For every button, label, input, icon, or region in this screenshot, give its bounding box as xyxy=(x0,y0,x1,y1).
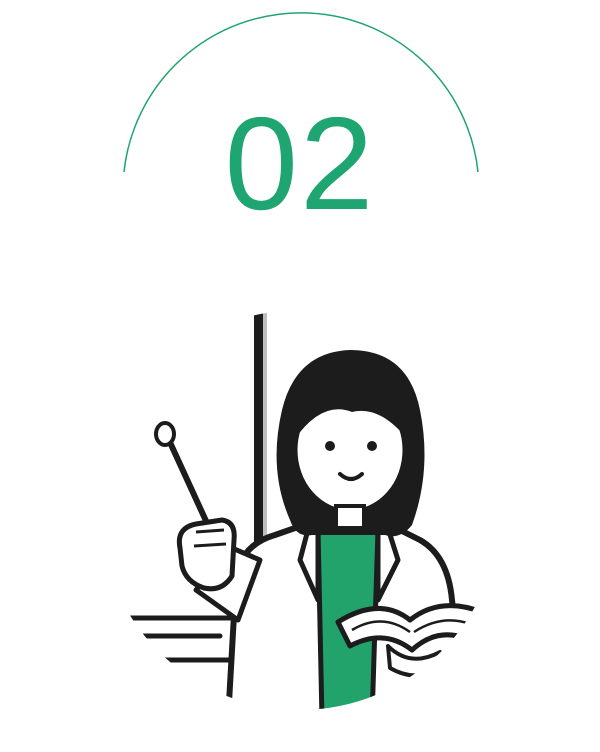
pointer-tip xyxy=(154,421,176,447)
neck xyxy=(334,504,366,530)
whiteboard-shadow xyxy=(263,310,267,555)
left-eye xyxy=(325,441,335,451)
whiteboard-edge xyxy=(254,310,263,560)
teacher-with-pointer-and-book-icon xyxy=(100,310,500,710)
right-eye xyxy=(367,441,377,451)
step-card: 02 xyxy=(0,0,600,752)
